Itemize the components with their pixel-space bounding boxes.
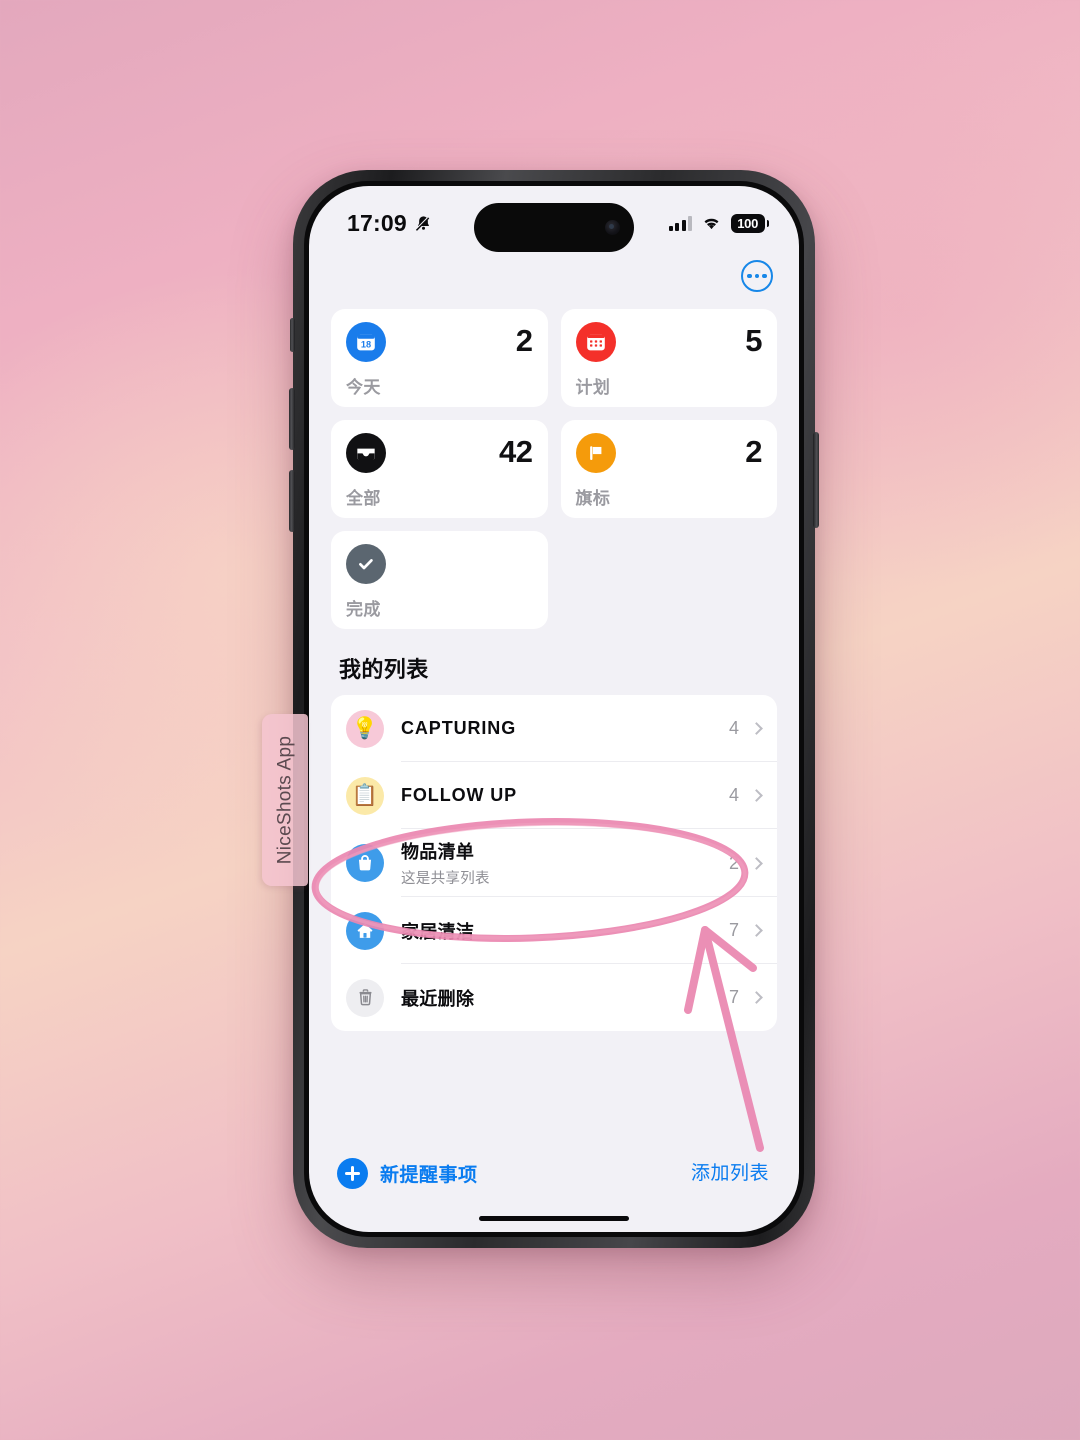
front-camera-icon bbox=[605, 220, 620, 235]
ellipsis-dot bbox=[762, 273, 767, 279]
my-lists-title: 我的列表 bbox=[339, 657, 429, 682]
smart-list-label: 完成 bbox=[346, 600, 381, 619]
list-item-title: FOLLOW UP bbox=[401, 785, 518, 805]
dynamic-island[interactable] bbox=[474, 203, 634, 252]
main-content: 18 2 今天 5 计划 42 全部 2 旗标 完成 我的列表 💡 CAPTUR… bbox=[309, 248, 799, 1144]
new-reminder-button[interactable]: 新提醒事项 bbox=[337, 1158, 478, 1189]
svg-text:18: 18 bbox=[361, 339, 371, 349]
list-item-subtitle: 这是共享列表 bbox=[401, 871, 490, 887]
list-item-count: 7 bbox=[728, 987, 739, 1007]
checkmark-circle-icon bbox=[346, 544, 386, 584]
smart-list-card-today[interactable]: 18 2 今天 bbox=[331, 309, 548, 407]
card-top: 18 2 bbox=[346, 322, 533, 362]
card-top: 5 bbox=[575, 322, 762, 362]
list-item-title: 最近删除 bbox=[401, 988, 475, 1009]
list-item-count: 4 bbox=[728, 718, 739, 738]
chevron-right-icon bbox=[750, 856, 763, 870]
chevron-right-icon bbox=[750, 722, 763, 735]
phone-bezel: 17:09 100 18 2 今天 5 计划 42 全部 2 旗标 完成 我的列… bbox=[304, 181, 804, 1237]
home-indicator[interactable] bbox=[479, 1215, 629, 1221]
smart-list-card-completed[interactable]: 完成 bbox=[331, 531, 548, 629]
smart-list-grid: 18 2 今天 5 计划 42 全部 2 旗标 完成 bbox=[331, 309, 777, 629]
navigation-row bbox=[331, 248, 777, 304]
smart-list-count: 2 bbox=[515, 323, 533, 358]
calendar-scheduled-icon bbox=[575, 322, 616, 362]
status-bar-right: 100 bbox=[668, 213, 769, 233]
volume-up-button[interactable] bbox=[289, 388, 295, 450]
smart-list-count: 5 bbox=[745, 323, 762, 358]
battery-indicator: 100 bbox=[731, 213, 769, 233]
card-top: 2 bbox=[575, 433, 762, 473]
watermark-badge: NiceShots App bbox=[262, 714, 308, 886]
status-time: 17:09 bbox=[347, 209, 407, 236]
list-item-text: CAPTURING bbox=[401, 718, 729, 739]
add-list-button[interactable]: 添加列表 bbox=[691, 1158, 769, 1185]
list-item-title: CAPTURING bbox=[401, 718, 517, 738]
phone-device-frame: 17:09 100 18 2 今天 5 计划 42 全部 2 旗标 完成 我的列… bbox=[289, 170, 819, 1248]
shopping-bag-icon bbox=[346, 844, 384, 882]
calendar-today-icon: 18 bbox=[346, 322, 386, 362]
wifi-icon bbox=[704, 218, 719, 230]
clipboard-icon: 📋 bbox=[346, 776, 384, 815]
smart-list-card-all[interactable]: 42 全部 bbox=[331, 420, 548, 518]
chevron-right-icon bbox=[750, 924, 763, 937]
list-item-shopping[interactable]: 物品清单 这是共享列表 2 bbox=[331, 829, 777, 897]
my-lists-card: 💡 CAPTURING 4 📋 FOLLOW UP 4 物品清单 这是共享列表 … bbox=[331, 695, 777, 1031]
smart-list-card-scheduled[interactable]: 5 计划 bbox=[560, 309, 777, 407]
smart-list-label: 全部 bbox=[346, 489, 381, 508]
bell-slash-icon bbox=[414, 215, 430, 231]
list-item-count: 4 bbox=[728, 785, 739, 805]
smart-list-label: 计划 bbox=[575, 378, 611, 397]
chevron-right-icon bbox=[750, 789, 763, 802]
card-top: 42 bbox=[346, 433, 533, 473]
smart-list-count: 42 bbox=[499, 434, 533, 469]
list-item-home-cleaning[interactable]: 家居清洁 7 bbox=[331, 897, 777, 964]
ellipsis-dot bbox=[747, 273, 752, 279]
list-item-title: 家居清洁 bbox=[401, 921, 475, 942]
watermark-label: NiceShots App bbox=[274, 735, 296, 865]
plus-circle-icon bbox=[337, 1158, 368, 1189]
new-reminder-label: 新提醒事项 bbox=[380, 1165, 478, 1186]
flag-icon bbox=[575, 433, 616, 473]
list-item-text: FOLLOW UP bbox=[401, 785, 729, 806]
ellipsis-dot bbox=[754, 273, 760, 279]
house-icon bbox=[346, 911, 384, 950]
list-item-count: 2 bbox=[728, 852, 739, 873]
smart-list-card-flagged[interactable]: 2 旗标 bbox=[560, 420, 777, 518]
lightbulb-icon: 💡 bbox=[346, 709, 384, 748]
card-top bbox=[346, 544, 533, 584]
cellular-bars-icon bbox=[668, 215, 693, 231]
battery-level: 100 bbox=[737, 215, 758, 231]
list-item-recently-deleted[interactable]: 最近删除 7 bbox=[331, 964, 777, 1031]
list-item-follow-up[interactable]: 📋 FOLLOW UP 4 bbox=[331, 762, 777, 829]
more-options-button[interactable] bbox=[741, 260, 773, 292]
list-item-capturing[interactable]: 💡 CAPTURING 4 bbox=[331, 695, 777, 762]
trash-icon bbox=[346, 978, 384, 1017]
list-item-text: 家居清洁 bbox=[401, 918, 729, 944]
volume-down-button[interactable] bbox=[289, 470, 295, 532]
list-item-count: 7 bbox=[728, 920, 739, 940]
smart-list-label: 旗标 bbox=[575, 489, 611, 508]
smart-list-label: 今天 bbox=[346, 378, 381, 397]
status-bar-left: 17:09 bbox=[347, 210, 433, 237]
list-item-text: 最近删除 bbox=[401, 985, 729, 1011]
list-item-text: 物品清单 这是共享列表 bbox=[401, 838, 729, 888]
phone-screen: 17:09 100 18 2 今天 5 计划 42 全部 2 旗标 完成 我的列… bbox=[309, 186, 799, 1232]
chevron-right-icon bbox=[750, 991, 763, 1004]
silent-switch-button[interactable] bbox=[290, 318, 295, 352]
inbox-all-icon bbox=[346, 433, 386, 473]
list-item-title: 物品清单 bbox=[401, 842, 475, 862]
power-button[interactable] bbox=[813, 432, 819, 528]
smart-list-count: 2 bbox=[745, 434, 762, 469]
